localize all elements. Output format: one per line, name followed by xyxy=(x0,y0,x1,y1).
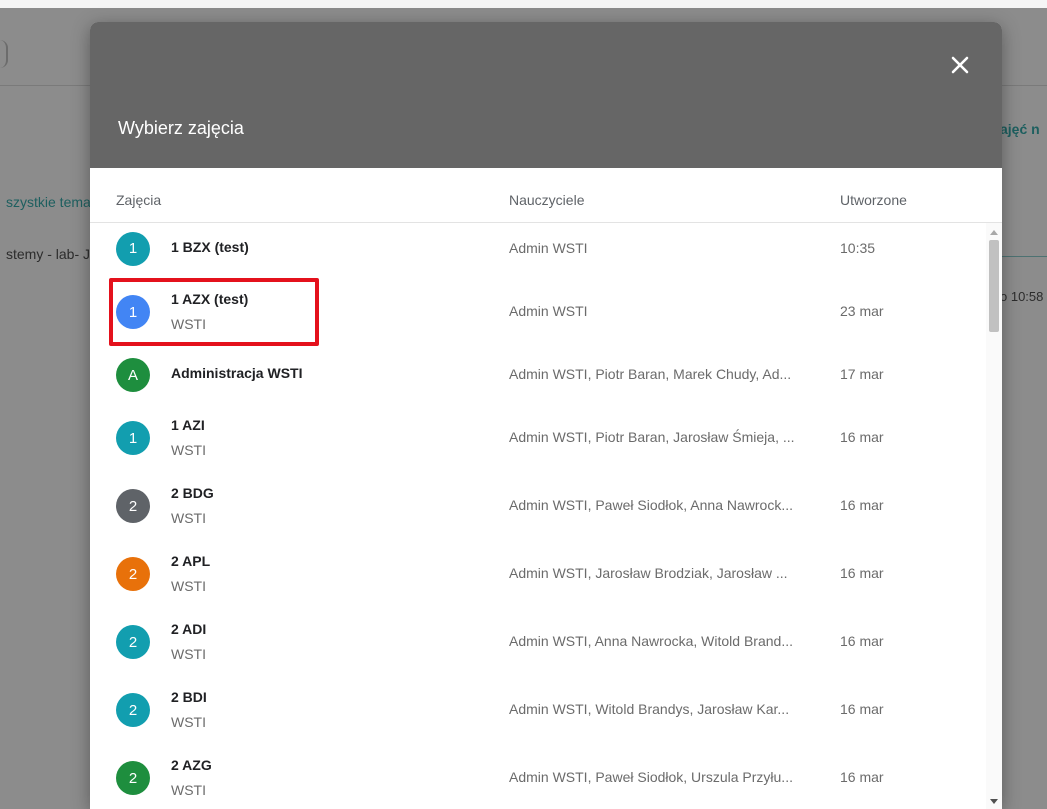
class-avatar: 1 xyxy=(116,295,150,329)
column-header-class: Zajęcia xyxy=(116,192,162,208)
class-row[interactable]: 1 1 BZX (test) Admin WSTI 10:35 xyxy=(90,223,986,278)
class-created-date: 17 mar xyxy=(840,366,884,382)
close-icon xyxy=(951,56,969,74)
background-top-bar xyxy=(0,0,1047,8)
class-teachers: Admin WSTI, Paweł Siodłok, Urszula Przył… xyxy=(509,769,793,785)
class-teachers: Admin WSTI, Witold Brandys, Jarosław Kar… xyxy=(509,701,790,717)
table-header: Zajęcia Nauczyciele Utworzone xyxy=(90,168,1002,223)
class-row[interactable]: 2 2 BDG WSTI Admin WSTI, Paweł Siodłok, Ann… xyxy=(90,472,986,540)
background-edge xyxy=(0,40,8,68)
class-row[interactable]: A Administracja WSTI Admin WSTI, Piotr Bar… xyxy=(90,346,986,404)
class-section: WSTI xyxy=(171,782,206,798)
class-section: WSTI xyxy=(171,578,206,594)
class-section: WSTI xyxy=(171,316,206,332)
class-name: 2 ADI xyxy=(171,621,207,637)
select-class-dialog: Wybierz zajęcia Zajęcia Nauczyciele Utwo… xyxy=(90,22,1002,809)
class-avatar: 1 xyxy=(116,421,150,455)
class-created-date: 16 mar xyxy=(840,769,884,785)
class-row[interactable]: 1 1 AZX (test) WSTI Admin WSTI 23 mar xyxy=(90,278,986,346)
class-teachers: Admin WSTI, Piotr Baran, Marek Chudy, Ad… xyxy=(509,366,792,382)
background-topic-text: stemy - lab- J xyxy=(6,246,91,262)
class-teachers: Admin WSTI xyxy=(509,239,588,256)
class-teachers: Admin WSTI, Piotr Baran, Jarosław Śmieja… xyxy=(509,429,795,445)
scroll-down-icon[interactable] xyxy=(990,799,998,804)
class-section: WSTI xyxy=(171,714,206,730)
class-row[interactable]: 2 2 BDI WSTI Admin WSTI, Witold Brandys, Ja… xyxy=(90,676,986,744)
class-name: 2 AZG xyxy=(171,757,212,773)
class-avatar: 2 xyxy=(116,761,150,795)
dialog-header: Wybierz zajęcia xyxy=(90,22,1002,168)
dialog-title: Wybierz zajęcia xyxy=(118,118,244,138)
class-section: WSTI xyxy=(171,442,206,458)
class-section: WSTI xyxy=(171,646,206,662)
class-row[interactable]: 2 2 ADI WSTI Admin WSTI, Anna Nawrocka, Wit… xyxy=(90,608,986,676)
class-created-date: 16 mar xyxy=(840,565,884,581)
scrollbar[interactable] xyxy=(986,223,1002,809)
column-header-created: Utworzone xyxy=(840,192,907,208)
class-avatar: 2 xyxy=(116,557,150,591)
class-list: 1 1 BZX (test) Admin WSTI 10:35 1 1 AZX (test… xyxy=(90,223,986,809)
class-row[interactable]: 1 1 AZI WSTI Admin WSTI, Piotr Baran, Jaros… xyxy=(90,404,986,472)
class-avatar: 1 xyxy=(116,231,150,266)
background-right-divider xyxy=(1002,256,1047,257)
class-created-date: 16 mar xyxy=(840,633,884,649)
close-button[interactable] xyxy=(945,50,975,80)
class-avatar: A xyxy=(116,358,150,392)
class-avatar: 2 xyxy=(116,625,150,659)
class-name: 1 AZX (test) xyxy=(171,291,249,307)
class-avatar: 2 xyxy=(116,693,150,727)
class-teachers: Admin WSTI xyxy=(509,303,588,319)
class-name: 2 APL xyxy=(171,553,211,569)
class-teachers: Admin WSTI, Paweł Siodłok, Anna Nawrock.… xyxy=(509,497,793,513)
class-row[interactable]: 2 2 AZG WSTI Admin WSTI, Paweł Siodłok, Urs… xyxy=(90,744,986,809)
class-avatar: 2 xyxy=(116,489,150,523)
class-created-date: 23 mar xyxy=(840,303,884,319)
background-link-all-topics: szystkie tema xyxy=(6,194,91,210)
class-teachers: Admin WSTI, Jarosław Brodziak, Jarosław … xyxy=(509,565,788,581)
scrollbar-thumb[interactable] xyxy=(989,240,999,332)
class-teachers: Admin WSTI, Anna Nawrocka, Witold Brand.… xyxy=(509,633,793,649)
class-name: 2 BDI xyxy=(171,689,207,705)
class-section: WSTI xyxy=(171,510,206,526)
class-created-date: 16 mar xyxy=(840,497,884,513)
class-name: Administracja WSTI xyxy=(171,365,303,381)
background-right-link: ajęć n xyxy=(1000,121,1040,137)
scroll-up-icon[interactable] xyxy=(990,230,998,235)
class-row[interactable]: 2 2 APL WSTI Admin WSTI, Jarosław Brodziak,… xyxy=(90,540,986,608)
class-created-date: 16 mar xyxy=(840,701,884,717)
class-created-date: 16 mar xyxy=(840,429,884,445)
class-name: 2 BDG xyxy=(171,485,214,501)
class-name: 1 AZI xyxy=(171,417,205,433)
background-right-time: o 10:58 xyxy=(1000,289,1044,304)
class-name: 1 BZX (test) xyxy=(171,238,249,255)
class-created-date: 10:35 xyxy=(840,239,876,256)
column-header-teachers: Nauczyciele xyxy=(509,192,585,208)
